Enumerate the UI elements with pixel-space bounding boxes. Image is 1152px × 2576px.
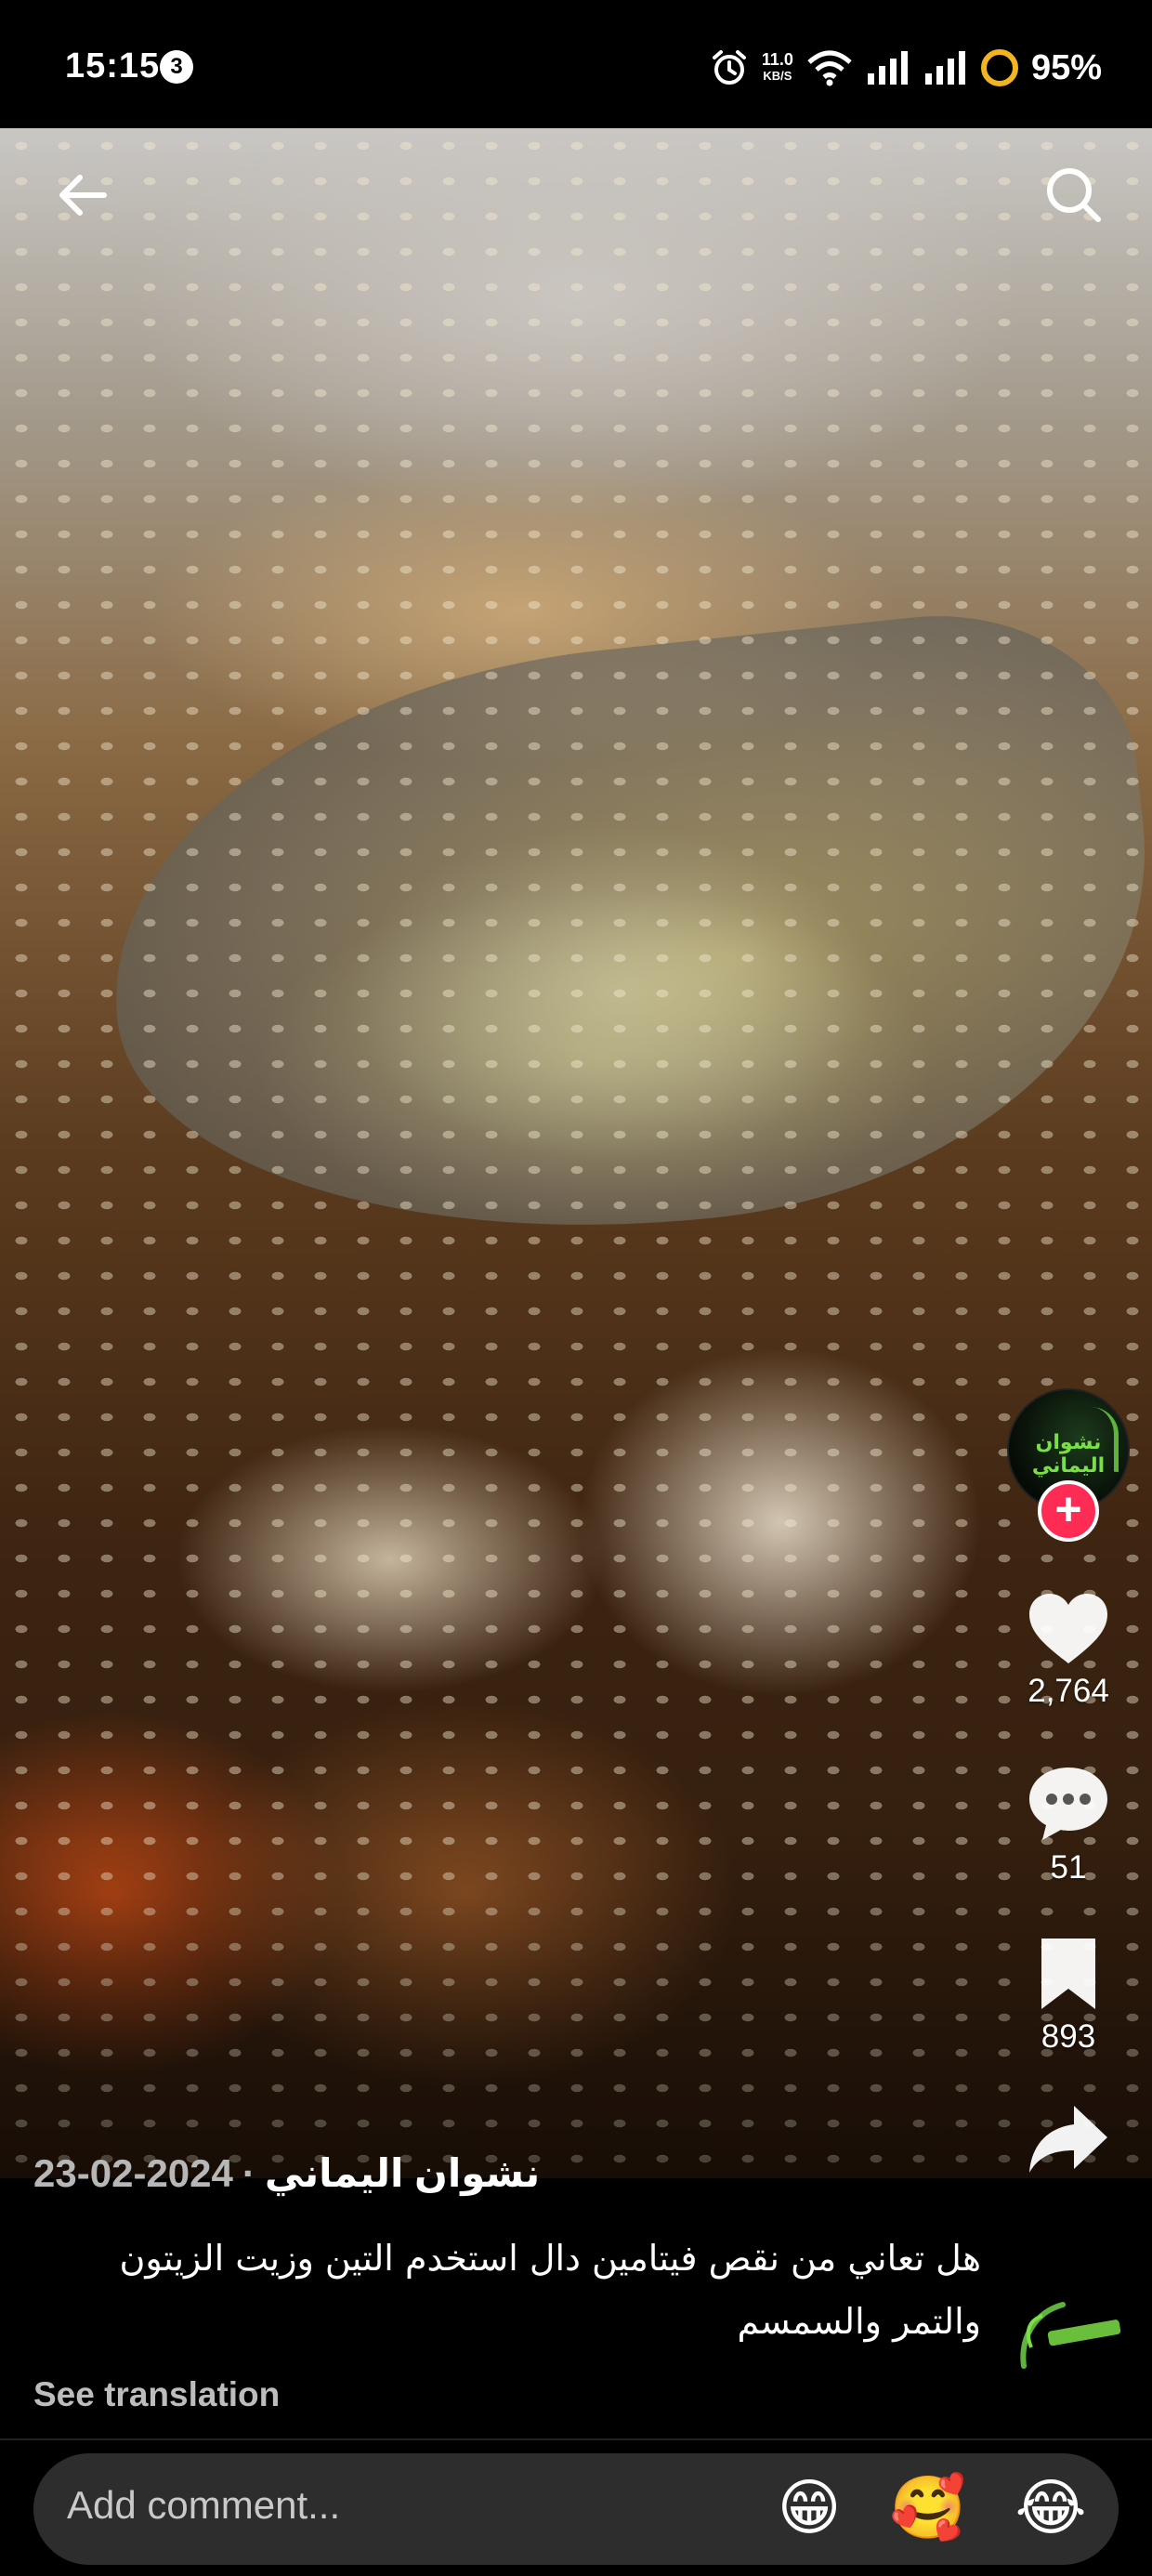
like-button[interactable]: 2,764: [1013, 1591, 1124, 1710]
post-caption[interactable]: هل تعاني من نقص فيتامين دال استخدم التين…: [33, 2227, 981, 2353]
separator-dot: ·: [242, 2151, 255, 2195]
signal-icon: [924, 51, 965, 85]
heart-icon: [1029, 1594, 1107, 1663]
video-player[interactable]: [0, 128, 1152, 2178]
laughing-emoji-button[interactable]: 😂: [1009, 2466, 1093, 2550]
bookmark-icon: [1041, 1939, 1095, 2009]
network-speed-value: 11.0: [761, 50, 793, 69]
network-speed-unit: KB/S: [763, 69, 792, 83]
comment-placeholder[interactable]: Add comment...: [67, 2483, 340, 2528]
share-arrow-icon: [1029, 2106, 1107, 2173]
avatar-label: نشوان اليماني: [1031, 1431, 1106, 1478]
alarm-icon: [712, 50, 746, 85]
comment-button[interactable]: 51: [1013, 1764, 1124, 1886]
music-disc-icon[interactable]: [1011, 2292, 1126, 2373]
network-speed: 11.0 KB/S: [762, 51, 793, 85]
back-arrow-icon[interactable]: [46, 158, 121, 232]
save-button[interactable]: 893: [1013, 1935, 1124, 2056]
like-count: 2,764: [1028, 1673, 1109, 1709]
comment-count: 51: [1050, 1849, 1087, 1886]
search-icon[interactable]: [1037, 158, 1111, 232]
video-bottom-gradient: [0, 1844, 1152, 2178]
see-translation-link[interactable]: See translation: [33, 2375, 280, 2414]
signal-icon: [867, 51, 908, 85]
follow-button[interactable]: +: [1038, 1480, 1099, 1542]
battery-percent: 95%: [1030, 47, 1102, 87]
grin-emoji-button[interactable]: 😁: [767, 2466, 851, 2550]
status-bar: 15:15 3 11.0 KB/S 95%: [0, 0, 1152, 128]
battery-icon: [980, 49, 1018, 86]
author-row[interactable]: نشوان اليماني·2024-02-23: [33, 2150, 540, 2196]
hearts-emoji-button[interactable]: 🥰: [886, 2466, 970, 2550]
notification-count-badge: 3: [160, 50, 193, 84]
status-icons: 11.0 KB/S 95%: [710, 45, 1102, 91]
save-count: 893: [1041, 2018, 1096, 2055]
wifi-icon: [807, 50, 852, 86]
author-name[interactable]: نشوان اليماني: [265, 2151, 540, 2195]
comment-bubble-icon: [1029, 1768, 1107, 1840]
post-date: 2024-02-23: [33, 2151, 233, 2195]
status-time: 15:15: [65, 46, 161, 85]
